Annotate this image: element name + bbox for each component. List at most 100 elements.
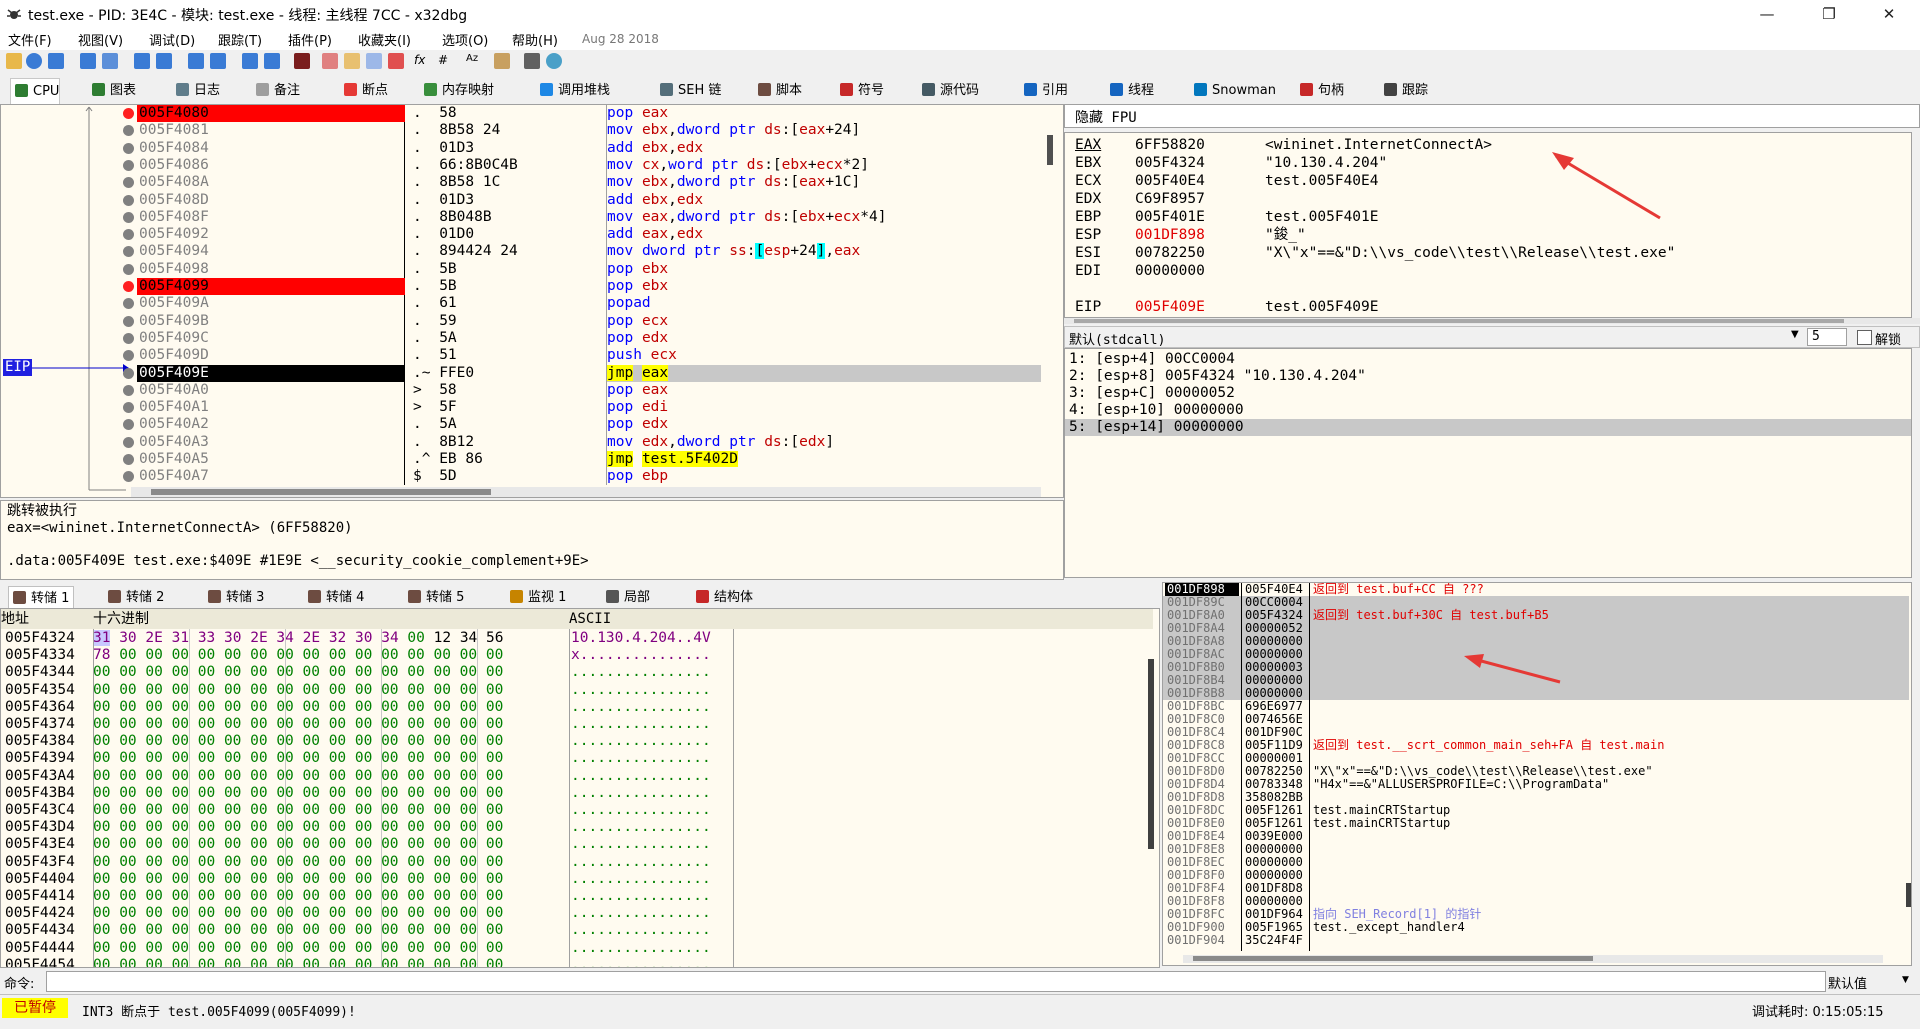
- disasm-row[interactable]: 005F40A7 $ 5D pop ebp: [1, 468, 1041, 485]
- tab-threads[interactable]: 线程: [1106, 78, 1154, 103]
- breakpoint-dot-icon[interactable]: [123, 298, 134, 310]
- breakpoint-dot-icon[interactable]: [123, 454, 134, 465]
- argument-row[interactable]: 4: [esp+10] 00000000: [1065, 402, 1911, 419]
- breakpoint-dot-icon[interactable]: [123, 471, 134, 483]
- tab-call-stack[interactable]: 调用堆栈: [536, 78, 610, 103]
- breakpoint-dot-icon[interactable]: [123, 419, 134, 431]
- tab-转储-2[interactable]: 转储 2: [108, 586, 164, 609]
- stack-row[interactable]: 001DF904 35C24F4F: [1163, 934, 1909, 947]
- disasm-row[interactable]: 005F409B . 59 pop ecx: [1, 313, 1041, 330]
- disasm-row[interactable]: 005F409D . 51 push ecx: [1, 347, 1041, 364]
- disassembly-pane[interactable]: EIP 005F4080. 58 pop eax 005F4081. 8B58 24…: [0, 104, 1064, 498]
- disasm-row[interactable]: 005F40A0 > 58 pop eax: [1, 382, 1041, 399]
- dump-row[interactable]: 005F43F4 00 00 00 00 00 00 00 00 00 00 00…: [1, 854, 741, 871]
- patch-icon[interactable]: [322, 53, 338, 69]
- breakpoint-dot-icon[interactable]: [123, 177, 134, 189]
- breakpoint-toolbar-icon[interactable]: [294, 53, 310, 69]
- breakpoint-dot-icon[interactable]: [123, 159, 134, 171]
- tab-snowman[interactable]: Snowman: [1190, 78, 1276, 103]
- tab-转储-1[interactable]: 转储 1: [8, 586, 75, 610]
- stack-pane[interactable]: 001DF898 005F40E4 返回到 test.buf+CC 自 ??? 001…: [1162, 582, 1912, 966]
- close-file-icon[interactable]: [48, 53, 64, 69]
- tab-监视-1[interactable]: 监视 1: [510, 586, 566, 609]
- command-input[interactable]: [46, 971, 1826, 992]
- menu-file[interactable]: 文件(F): [8, 30, 52, 49]
- register-edx[interactable]: EDX C69F8957: [1065, 191, 1905, 208]
- trace-into-icon[interactable]: [188, 53, 204, 69]
- tab-script[interactable]: 脚本: [754, 78, 802, 103]
- command-mode-select[interactable]: 默认值: [1828, 973, 1867, 992]
- arguments-pane[interactable]: 1: [esp+4] 00CC0004 2: [esp+8] 005F4324 "…: [1064, 348, 1912, 578]
- breakpoint-dot-icon[interactable]: [123, 229, 134, 241]
- dump-row[interactable]: 005F4374 00 00 00 00 00 00 00 00 00 00 00…: [1, 716, 741, 733]
- breakpoint-dot-icon[interactable]: [123, 315, 134, 327]
- register-scrollbar[interactable]: [1064, 318, 1920, 324]
- trace-over-icon[interactable]: [210, 53, 226, 69]
- chevron-down-icon[interactable]: ▼: [1791, 329, 1799, 340]
- dump-row[interactable]: 005F4384 00 00 00 00 00 00 00 00 00 00 00…: [1, 733, 741, 750]
- tab-cpu[interactable]: CPU: [10, 78, 61, 104]
- tab-source[interactable]: 源代码: [918, 78, 979, 103]
- disasm-row[interactable]: 005F4081 . 8B58 24 mov ebx,dword ptr ds:[e…: [1, 122, 1041, 139]
- argument-row[interactable]: 2: [esp+8] 005F4324 "10.130.4.204": [1065, 368, 1911, 385]
- open-icon[interactable]: [6, 53, 22, 69]
- breakpoint-dot-icon[interactable]: [123, 367, 134, 379]
- tab-转储-4[interactable]: 转储 4: [308, 586, 364, 609]
- dump-row[interactable]: 005F4424 00 00 00 00 00 00 00 00 00 00 00…: [1, 905, 741, 922]
- dump-row[interactable]: 005F4394 00 00 00 00 00 00 00 00 00 00 00…: [1, 750, 741, 767]
- argument-row[interactable]: 5: [esp+14] 00000000: [1065, 419, 1911, 436]
- globe-icon[interactable]: [546, 53, 562, 69]
- hide-fpu-toggle[interactable]: 隐藏 FPU: [1075, 107, 1137, 127]
- register-eip[interactable]: EIP 005F409E test.005F409E: [1065, 299, 1905, 316]
- stack-scrollbar[interactable]: [1906, 883, 1911, 907]
- breakpoint-dot-icon[interactable]: [123, 436, 134, 448]
- disasm-vertical-scrollbar[interactable]: [1047, 135, 1053, 165]
- breakpoint-dot-icon[interactable]: [123, 402, 134, 414]
- tab-graph[interactable]: 图表: [88, 78, 136, 103]
- run-to-user-code-icon[interactable]: [264, 53, 280, 69]
- disasm-row[interactable]: 005F40A3 . 8B12 mov edx,dword ptr ds:[edx]: [1, 434, 1041, 451]
- disasm-row[interactable]: 005F409E .~ FFE0 jmp eax: [1, 364, 1041, 382]
- breakpoint-dot-icon[interactable]: [123, 211, 134, 223]
- menu-trace[interactable]: 跟踪(T): [218, 30, 262, 49]
- disasm-row[interactable]: 005F408D . 01D3 add ebx,edx: [1, 192, 1041, 209]
- close-button[interactable]: ✕: [1866, 0, 1912, 28]
- disasm-row[interactable]: 005F40A5 .^ EB 86 jmp test.5F402D: [1, 451, 1041, 468]
- menu-view[interactable]: 视图(V): [78, 30, 123, 49]
- breakpoint-dot-icon[interactable]: [123, 332, 134, 344]
- register-eax[interactable]: EAX 6FF58820 <wininet.InternetConnectA>: [1065, 137, 1905, 154]
- execute-till-return-icon[interactable]: [242, 53, 258, 69]
- register-esp[interactable]: ESP 001DF898 "鋑_": [1065, 227, 1905, 244]
- disasm-row[interactable]: 005F4094 . 894424 24 mov dword ptr ss:[esp…: [1, 243, 1041, 260]
- register-ebx[interactable]: EBX 005F4324 "10.130.4.204": [1065, 155, 1905, 172]
- tab-转储-5[interactable]: 转储 5: [408, 586, 464, 609]
- minimize-button[interactable]: —: [1744, 0, 1790, 28]
- tab-局部[interactable]: 局部: [606, 586, 650, 609]
- function-button[interactable]: fx: [414, 53, 425, 67]
- dump-pane[interactable]: 地址 十六进制 ASCII 005F4324 31 30 2E 31 33 30 …: [0, 608, 1160, 968]
- register-ecx[interactable]: ECX 005F40E4 test.005F40E4: [1065, 173, 1905, 190]
- tab-handles[interactable]: 句柄: [1296, 78, 1344, 103]
- label-icon[interactable]: [366, 53, 382, 69]
- chevron-down-icon[interactable]: ▼: [1902, 975, 1909, 985]
- dump-row[interactable]: 005F43D4 00 00 00 00 00 00 00 00 00 00 00…: [1, 819, 741, 836]
- disasm-row[interactable]: 005F408F . 8B048B mov eax,dword ptr ds:[eb…: [1, 209, 1041, 226]
- restart-icon[interactable]: [26, 53, 42, 69]
- breakpoint-dot-icon[interactable]: [123, 108, 134, 119]
- disasm-row[interactable]: 005F40A2 . 5A pop edx: [1, 416, 1041, 433]
- step-over-icon[interactable]: [156, 53, 172, 69]
- arg-count-spinner[interactable]: 5: [1807, 328, 1847, 346]
- dump-row[interactable]: 005F4354 00 00 00 00 00 00 00 00 00 00 00…: [1, 682, 741, 699]
- dump-row[interactable]: 005F43E4 00 00 00 00 00 00 00 00 00 00 00…: [1, 836, 741, 853]
- disasm-row[interactable]: 005F4080 . 58 pop eax: [1, 105, 1041, 122]
- tab-symbols[interactable]: 符号: [836, 78, 884, 103]
- dump-row[interactable]: 005F43B4 00 00 00 00 00 00 00 00 00 00 00…: [1, 785, 741, 802]
- register-esi[interactable]: ESI 00782250 "X\"x"==&"D:\\vs_code\\test\\…: [1065, 245, 1905, 262]
- disasm-row[interactable]: 005F4084 . 01D3 add ebx,edx: [1, 140, 1041, 157]
- comment-icon[interactable]: [344, 53, 360, 69]
- menu-plugins[interactable]: 插件(P): [288, 30, 332, 49]
- breakpoint-dot-icon[interactable]: [123, 125, 134, 137]
- tab-转储-3[interactable]: 转储 3: [208, 586, 264, 609]
- font-button[interactable]: Az: [466, 53, 478, 64]
- register-pane[interactable]: EAX 6FF58820 <wininet.InternetConnectA> EBX…: [1064, 132, 1912, 318]
